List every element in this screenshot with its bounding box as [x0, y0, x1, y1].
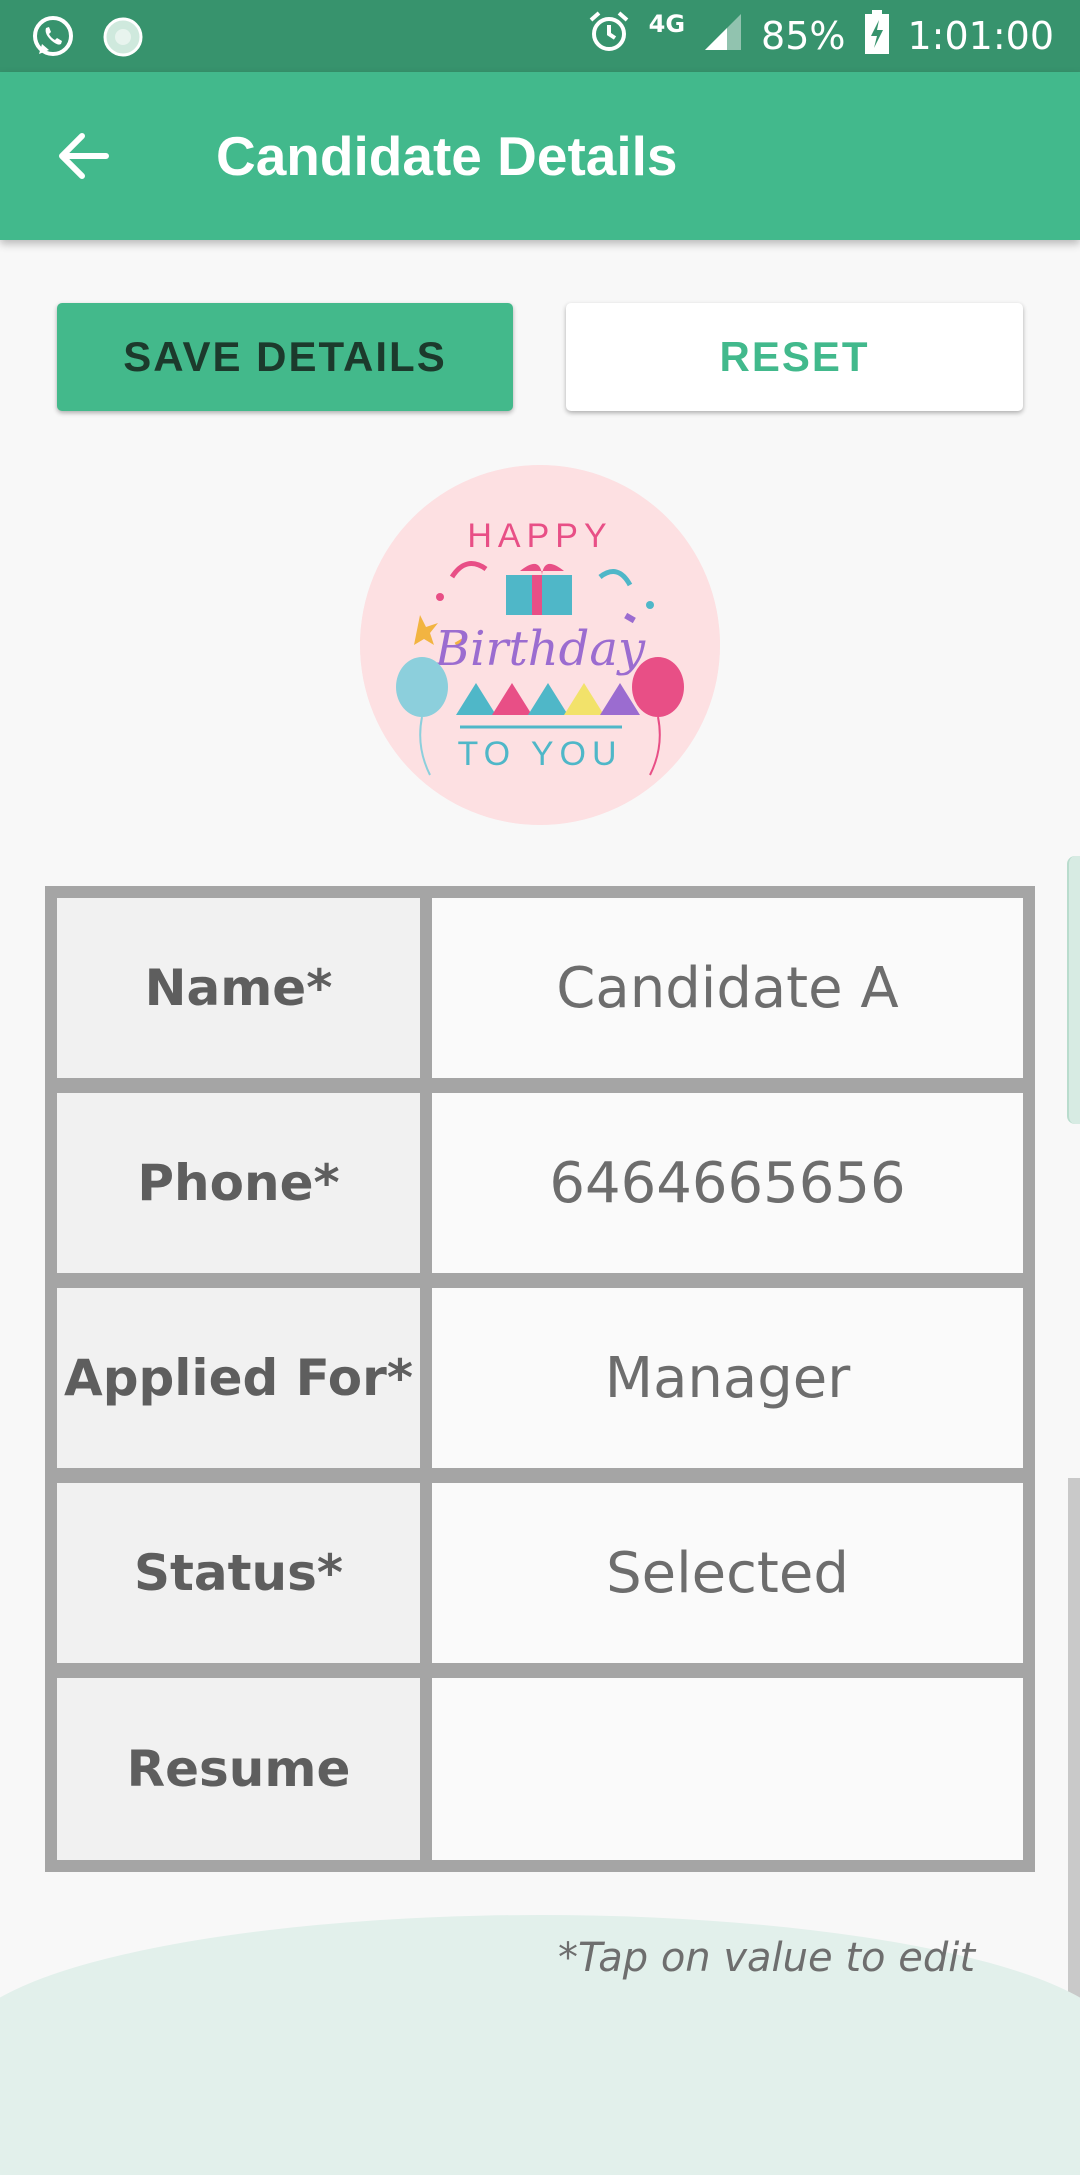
status-value[interactable]: Selected — [432, 1483, 1023, 1663]
scroll-indicator — [1067, 856, 1080, 1124]
battery-charging-icon — [864, 9, 890, 63]
signal-icon — [703, 12, 743, 61]
to-you-text: TO YOU — [457, 735, 622, 773]
name-value[interactable]: Candidate A — [432, 898, 1023, 1078]
save-details-button[interactable]: SAVE DETAILS — [57, 303, 513, 411]
status-bar: 4G 85% 1:01:00 — [0, 0, 1080, 72]
arrow-back-icon[interactable] — [52, 124, 116, 188]
birthday-image[interactable]: HAPPY Birthday TO YOU — [360, 465, 720, 825]
alarm-icon — [587, 10, 631, 63]
page-title: Candidate Details — [216, 125, 678, 187]
battery-percent: 85% — [761, 14, 846, 58]
phone-label: Phone* — [57, 1093, 420, 1273]
reset-button[interactable]: RESET — [566, 303, 1023, 411]
resume-label: Resume — [57, 1678, 420, 1860]
birthday-text: Birthday — [434, 621, 646, 677]
status-bar-left — [30, 14, 144, 64]
status-bar-right: 4G 85% 1:01:00 — [587, 0, 1054, 72]
app-bar: Candidate Details — [0, 72, 1080, 240]
edit-hint: *Tap on value to edit — [557, 1935, 975, 1981]
resume-value[interactable] — [432, 1678, 1023, 1860]
status-label: Status* — [57, 1483, 420, 1663]
network-type: 4G — [648, 10, 686, 38]
phone-value[interactable]: 6464665656 — [432, 1093, 1023, 1273]
applied-for-label: Applied For* — [57, 1288, 420, 1468]
candidate-details-table: Name* Candidate A Phone* 6464665656 Appl… — [45, 886, 1035, 1872]
name-label: Name* — [57, 898, 420, 1078]
whatsapp-icon — [30, 14, 76, 64]
happy-text: HAPPY — [467, 517, 612, 555]
applied-for-value[interactable]: Manager — [432, 1288, 1023, 1468]
loading-icon — [102, 16, 144, 62]
clock: 1:01:00 — [907, 14, 1055, 58]
scrollbar[interactable] — [1068, 1478, 1080, 2035]
